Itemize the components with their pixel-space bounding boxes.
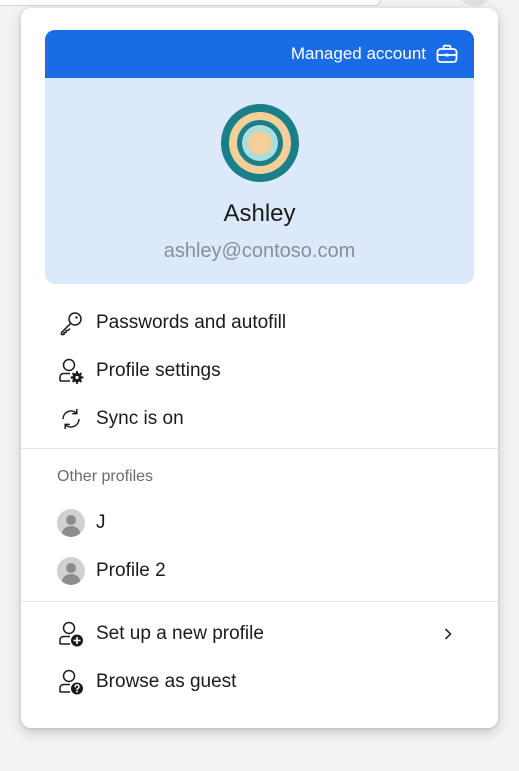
generic-person-icon bbox=[57, 509, 85, 537]
sync-icon bbox=[57, 405, 85, 433]
person-gear-icon bbox=[57, 357, 85, 385]
profile-flyout: Managed account Ashley ashley@contoso.co… bbox=[21, 8, 498, 728]
menu-item-label: Passwords and autofill bbox=[96, 312, 287, 333]
divider bbox=[21, 601, 498, 602]
profile-item-label: Profile 2 bbox=[96, 560, 166, 581]
chevron-right-icon bbox=[444, 628, 452, 640]
toolbar-tab-edge bbox=[0, 0, 381, 6]
menu-item-profile-settings[interactable]: Profile settings bbox=[21, 349, 498, 393]
profile-item-j[interactable]: J bbox=[21, 501, 498, 545]
other-profiles-heading: Other profiles bbox=[57, 468, 154, 485]
profile-avatar[interactable] bbox=[221, 104, 299, 182]
profile-item-profile-2[interactable]: Profile 2 bbox=[21, 549, 498, 593]
menu-item-label: Browse as guest bbox=[96, 671, 237, 692]
menu-item-label: Sync is on bbox=[96, 408, 184, 429]
profile-email: ashley@contoso.com bbox=[163, 240, 356, 262]
key-icon bbox=[57, 309, 85, 337]
menu-item-passwords[interactable]: Passwords and autofill bbox=[21, 301, 498, 345]
briefcase-icon bbox=[436, 44, 458, 63]
menu-item-label: Profile settings bbox=[96, 360, 221, 381]
menu-item-label: Set up a new profile bbox=[96, 623, 264, 644]
profile-item-label: J bbox=[96, 512, 106, 533]
managed-account-label: Managed account bbox=[290, 44, 426, 63]
divider bbox=[21, 448, 498, 449]
person-add-icon bbox=[57, 620, 85, 648]
account-card: Managed account Ashley ashley@contoso.co… bbox=[45, 30, 474, 284]
managed-account-bar[interactable]: Managed account bbox=[45, 30, 474, 78]
menu-item-new-profile[interactable]: Set up a new profile bbox=[21, 612, 498, 656]
toolbar-button-edge bbox=[460, 0, 490, 6]
menu-item-guest[interactable]: Browse as guest bbox=[21, 660, 498, 704]
person-question-icon bbox=[57, 668, 85, 696]
profile-name: Ashley bbox=[223, 200, 296, 227]
menu-item-sync[interactable]: Sync is on bbox=[21, 397, 498, 441]
generic-person-icon bbox=[57, 557, 85, 585]
